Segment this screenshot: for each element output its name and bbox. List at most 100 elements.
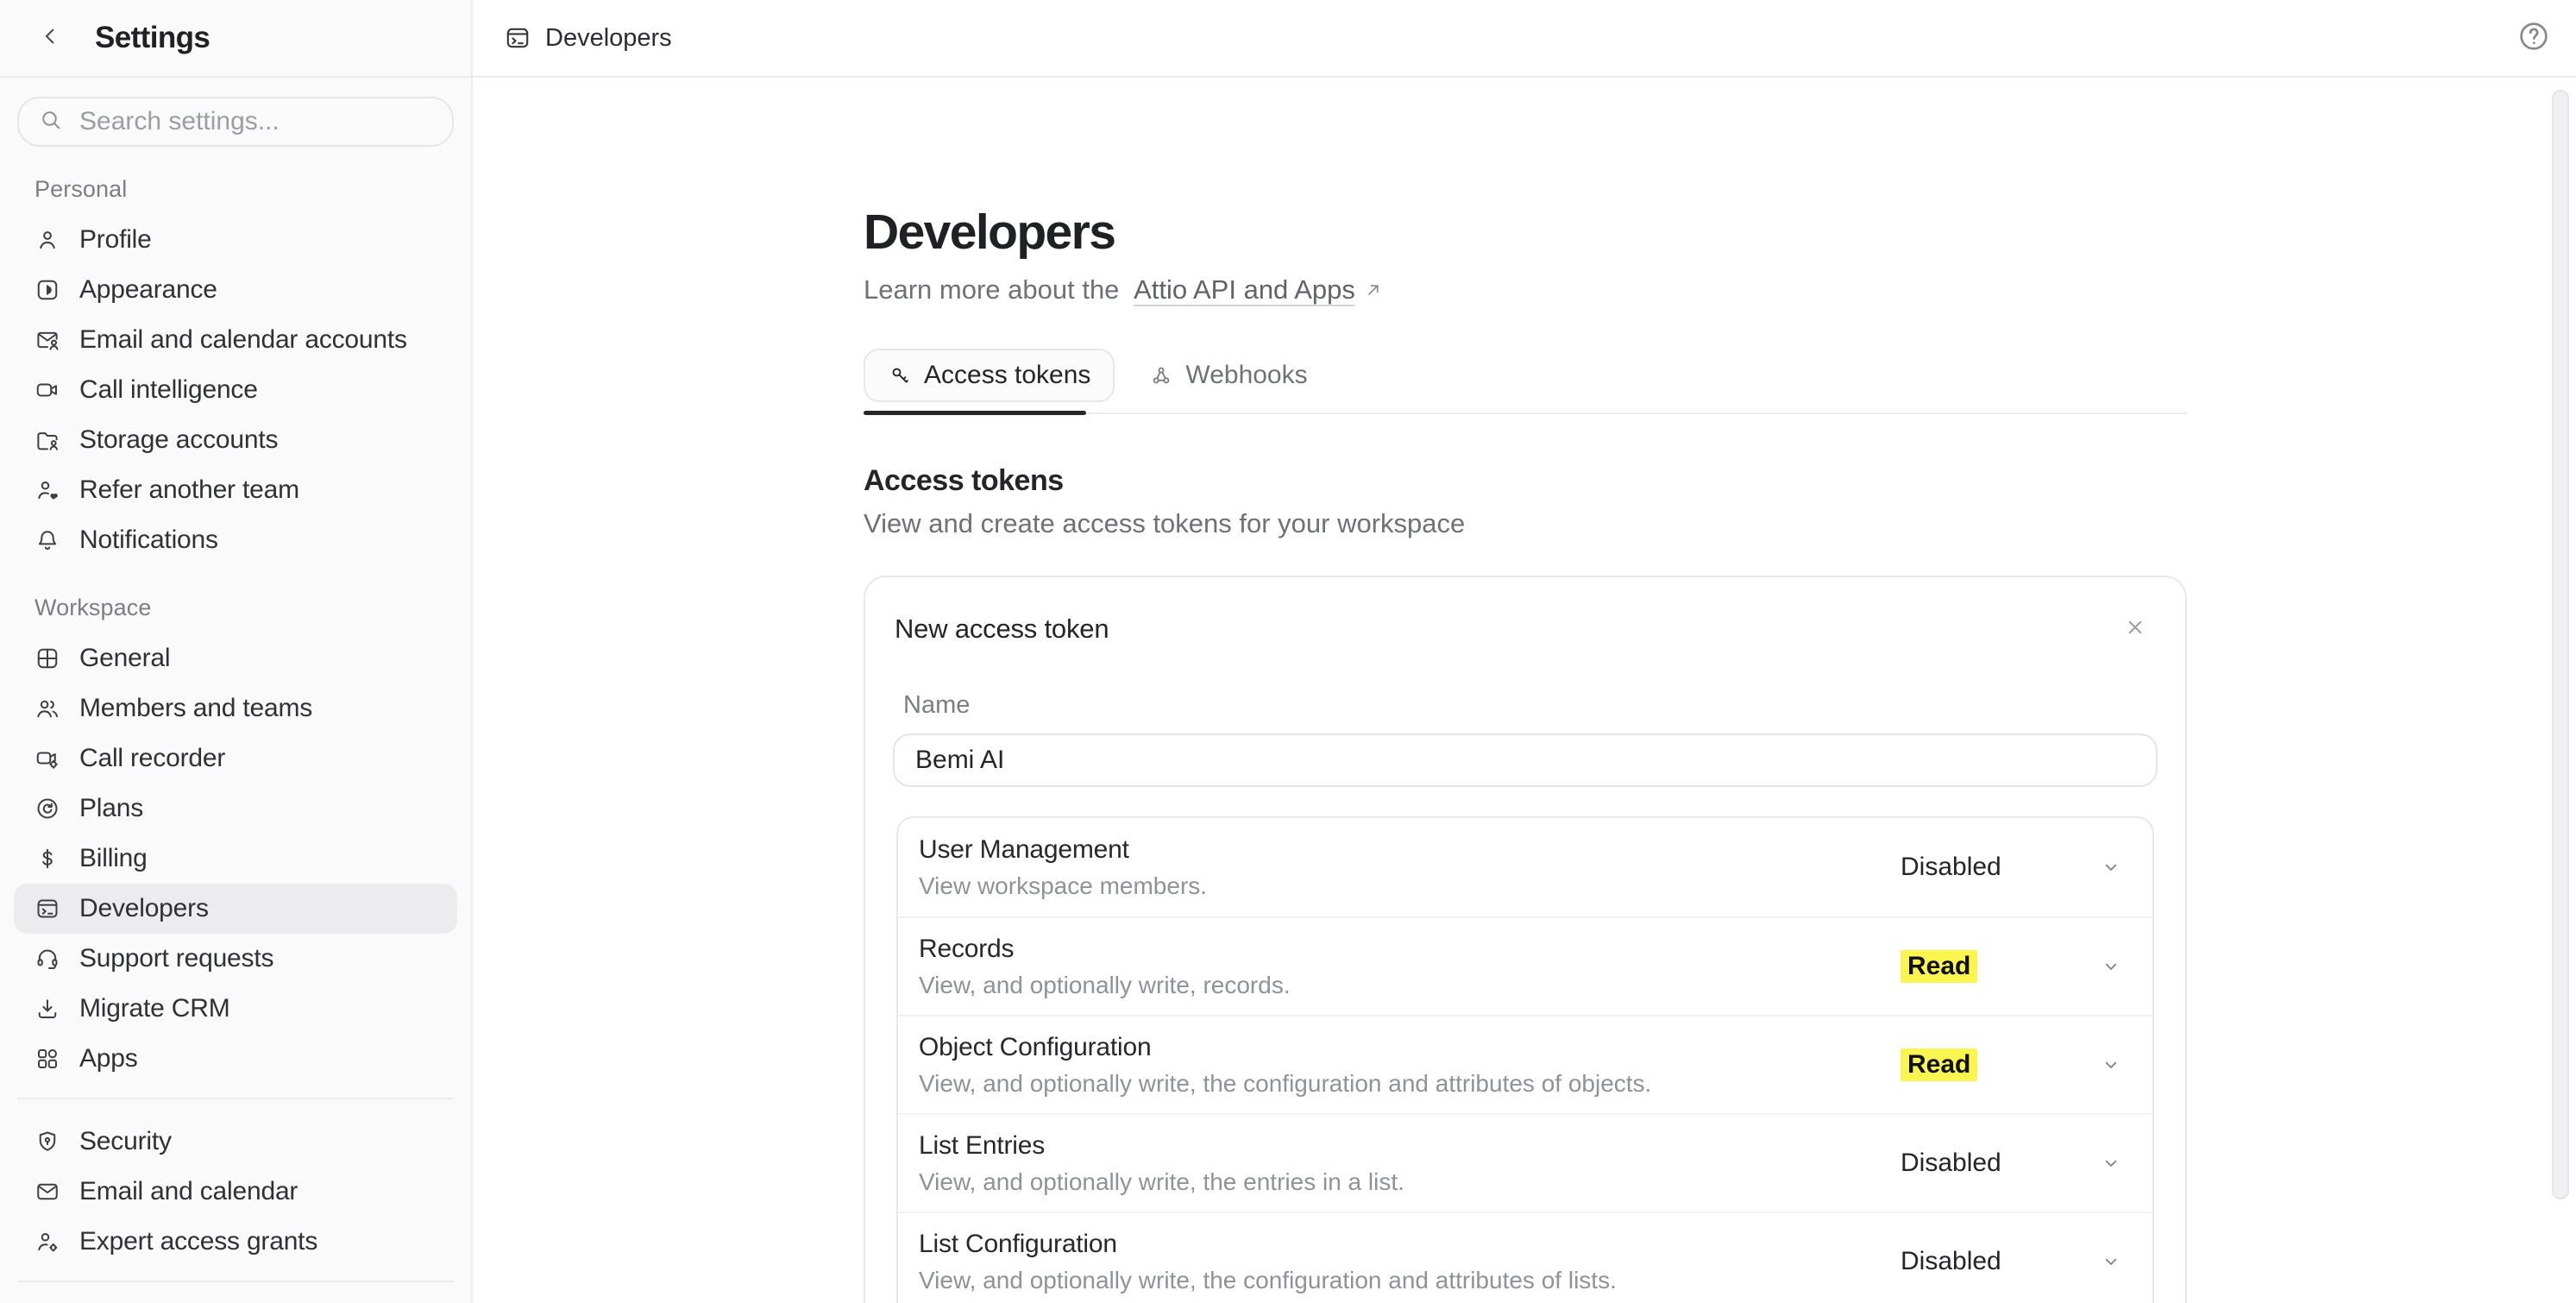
permission-status: Read — [1901, 950, 1977, 983]
permission-row-list-configuration[interactable]: List ConfigurationView, and optionally w… — [898, 1212, 2152, 1303]
sidebar-item-label: Call recorder — [79, 744, 225, 773]
permission-row-user-management[interactable]: User ManagementView workspace members.Di… — [898, 818, 2152, 916]
sidebar-item-migrate-crm[interactable]: Migrate CRM — [14, 984, 457, 1034]
permission-title: User Management — [919, 835, 1901, 865]
sidebar-item-storage-accounts[interactable]: Storage accounts — [14, 415, 457, 465]
active-tab-indicator — [864, 411, 1086, 415]
search-input[interactable] — [79, 107, 435, 136]
sidebar-item-label: Plans — [79, 794, 143, 823]
permissions-list: User ManagementView workspace members.Di… — [896, 816, 2154, 1303]
chevron-down-icon — [2099, 1249, 2123, 1274]
bell-icon — [35, 527, 60, 553]
sidebar-item-call-recorder[interactable]: Call recorder — [14, 733, 457, 784]
mail-user-icon — [35, 327, 60, 353]
sidebar-item-profile[interactable]: Profile — [14, 215, 457, 265]
appearance-icon — [35, 277, 60, 303]
permission-select[interactable]: Disabled — [1901, 1247, 2152, 1276]
tab-webhooks[interactable]: Webhooks — [1140, 349, 1316, 402]
sidebar-item-expert-access-grants[interactable]: Expert access grants — [14, 1217, 457, 1267]
sidebar-item-call-intelligence[interactable]: Call intelligence — [14, 365, 457, 415]
arrow-up-right-icon — [1362, 279, 1385, 301]
sidebar-item-notifications[interactable]: Notifications — [14, 515, 457, 565]
video-icon — [35, 377, 60, 403]
sidebar-item-support-requests[interactable]: Support requests — [14, 934, 457, 984]
sidebar-item-label: Email and calendar — [79, 1177, 298, 1206]
apps-icon — [35, 1046, 60, 1072]
new-token-card: New access token Name User ManagementVie… — [864, 576, 2187, 1303]
sidebar-item-label: Notifications — [79, 526, 218, 555]
chevron-down-icon — [2099, 1151, 2123, 1175]
permission-select[interactable]: Read — [1901, 1048, 2152, 1081]
permission-status: Disabled — [1901, 853, 2001, 882]
terminal-icon — [504, 24, 531, 52]
page-subtitle: Learn more about the Attio API and Apps — [864, 274, 2187, 305]
sidebar-item-email-and-calendar[interactable]: Email and calendar — [14, 1167, 457, 1217]
tab-label: Access tokens — [924, 361, 1090, 390]
permission-description: View, and optionally write, the entries … — [919, 1168, 1901, 1196]
permission-status: Read — [1901, 1048, 1977, 1081]
chevron-down-icon — [2099, 1053, 2123, 1077]
search-box[interactable] — [17, 97, 454, 147]
chevron-down-icon — [2099, 954, 2123, 979]
download-icon — [35, 996, 60, 1022]
video-gear-icon — [35, 746, 60, 771]
breadcrumb[interactable]: Developers — [504, 24, 672, 53]
sidebar-divider — [17, 1098, 454, 1099]
folder-user-icon — [35, 427, 60, 453]
users-icon — [35, 696, 60, 721]
topbar: Developers — [473, 0, 2576, 78]
scrollbar-thumb[interactable] — [2552, 90, 2569, 1199]
permission-text: List Entries View, and optionally write, … — [919, 1116, 1901, 1212]
sidebar-item-label: Expert access grants — [79, 1227, 317, 1256]
token-name-input[interactable] — [893, 733, 2158, 787]
terminal-icon — [35, 896, 60, 922]
sidebar-item-general[interactable]: General — [14, 633, 457, 683]
settings-title: Settings — [95, 21, 210, 55]
main-panel: Developers Developers Learn more about t… — [473, 0, 2576, 1303]
layout-grid-icon — [35, 645, 60, 671]
close-button[interactable] — [2116, 610, 2154, 648]
sidebar-section-label: Workspace — [35, 595, 471, 621]
card-header: New access token — [893, 610, 2158, 648]
mail-icon — [35, 1179, 60, 1205]
sidebar-item-plans[interactable]: Plans — [14, 784, 457, 834]
chevron-left-icon — [36, 22, 64, 54]
help-button[interactable] — [2514, 18, 2554, 58]
user-heart-icon — [35, 477, 60, 503]
permission-text: User ManagementView workspace members. — [919, 820, 1901, 916]
permission-select[interactable]: Read — [1901, 950, 2152, 983]
back-button[interactable] — [33, 21, 67, 55]
sidebar-item-appearance[interactable]: Appearance — [14, 265, 457, 315]
page-title: Developers — [864, 204, 2187, 261]
sidebar-nav: PersonalProfileAppearanceEmail and calen… — [0, 147, 471, 1303]
sidebar-item-developers[interactable]: Developers — [14, 884, 457, 934]
name-label: Name — [903, 691, 2158, 720]
permission-title: List Entries — [919, 1131, 1901, 1161]
api-docs-link[interactable]: Attio API and Apps — [1134, 274, 1355, 305]
sidebar-item-label: Apps — [79, 1044, 138, 1073]
sidebar-item-label: Billing — [79, 844, 148, 873]
permission-select[interactable]: Disabled — [1901, 853, 2152, 882]
permission-row-records[interactable]: RecordsView, and optionally write, recor… — [898, 916, 2152, 1015]
card-title: New access token — [895, 614, 1109, 645]
shield-lock-icon — [35, 1129, 60, 1155]
permission-row-object-configuration[interactable]: Object ConfigurationView, and optionally… — [898, 1015, 2152, 1113]
permission-select[interactable]: Disabled — [1901, 1149, 2152, 1178]
settings-sidebar: Settings PersonalProfileAppearanceEmail … — [0, 0, 473, 1303]
webhook-icon — [1149, 363, 1173, 387]
close-icon — [2122, 614, 2148, 645]
chevron-down-icon — [2099, 855, 2123, 879]
sidebar-item-members-and-teams[interactable]: Members and teams — [14, 683, 457, 733]
sidebar-item-refer-another-team[interactable]: Refer another team — [14, 465, 457, 515]
dollar-icon — [35, 846, 60, 872]
question-circle-icon — [2516, 19, 2551, 58]
permission-row-list-entries[interactable]: List Entries View, and optionally write, … — [898, 1113, 2152, 1212]
sidebar-item-security[interactable]: Security — [14, 1117, 457, 1167]
sidebar-item-apps[interactable]: Apps — [14, 1034, 457, 1084]
sidebar-item-billing[interactable]: Billing — [14, 834, 457, 884]
key-icon — [888, 363, 912, 387]
user-gear-icon — [35, 1229, 60, 1255]
tab-access-tokens[interactable]: Access tokens — [864, 349, 1115, 402]
app-window: Settings PersonalProfileAppearanceEmail … — [0, 0, 2576, 1303]
sidebar-item-email-and-calendar-accounts[interactable]: Email and calendar accounts — [14, 315, 457, 365]
